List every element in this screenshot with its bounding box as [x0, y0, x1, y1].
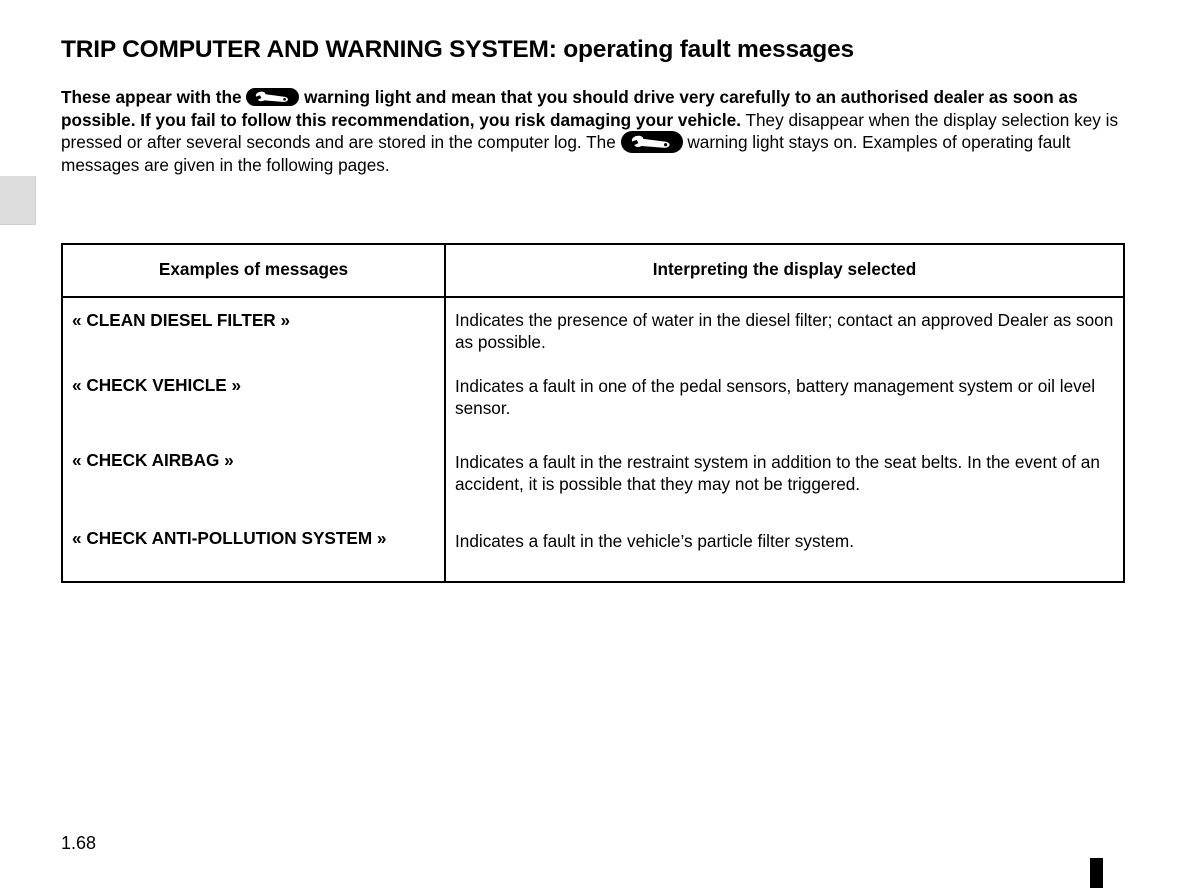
page-number: 1.68	[61, 833, 97, 853]
intro-paragraph: These appear with the warning light and …	[61, 86, 1125, 176]
table-row: « CHECK ANTI-POLLUTION SYSTEM »	[72, 528, 387, 548]
table-header-interpreting-the-display-selected: Interpreting the display selected	[652, 259, 917, 279]
section-edge-tab	[0, 176, 36, 225]
table-row: Indicates a fault in the restraint syste…	[455, 452, 1100, 494]
fault-messages-table: Examples of messages Interpreting the di…	[61, 243, 1125, 583]
intro-bold-text-before-icon: These appear with the	[61, 87, 242, 107]
table-body-row: « CLEAN DIESEL FILTER » « CHECK VEHICLE …	[63, 298, 1123, 583]
table-column-messages: « CLEAN DIESEL FILTER » « CHECK VEHICLE …	[63, 298, 446, 583]
table-column-interpretations: Indicates the presence of water in the d…	[446, 298, 1123, 583]
wrench-warning-light-icon	[246, 88, 300, 106]
wrench-warning-light-icon	[620, 131, 683, 153]
table-row: « CLEAN DIESEL FILTER »	[72, 310, 291, 330]
table-row: « CHECK VEHICLE »	[72, 375, 242, 395]
table-header-row: Examples of messages Interpreting the di…	[63, 245, 1123, 298]
table-row: Indicates a fault in the vehicle’s parti…	[455, 531, 854, 551]
table-row: « CHECK AIRBAG »	[72, 450, 234, 470]
table-row: Indicates the presence of water in the d…	[455, 310, 1114, 352]
table-row: Indicates a fault in one of the pedal se…	[455, 376, 1096, 418]
section-corner-marker	[1090, 858, 1103, 888]
page-title: TRIP COMPUTER AND WARNING SYSTEM: operat…	[61, 36, 854, 64]
table-header-examples-of-messages: Examples of messages	[63, 245, 446, 296]
